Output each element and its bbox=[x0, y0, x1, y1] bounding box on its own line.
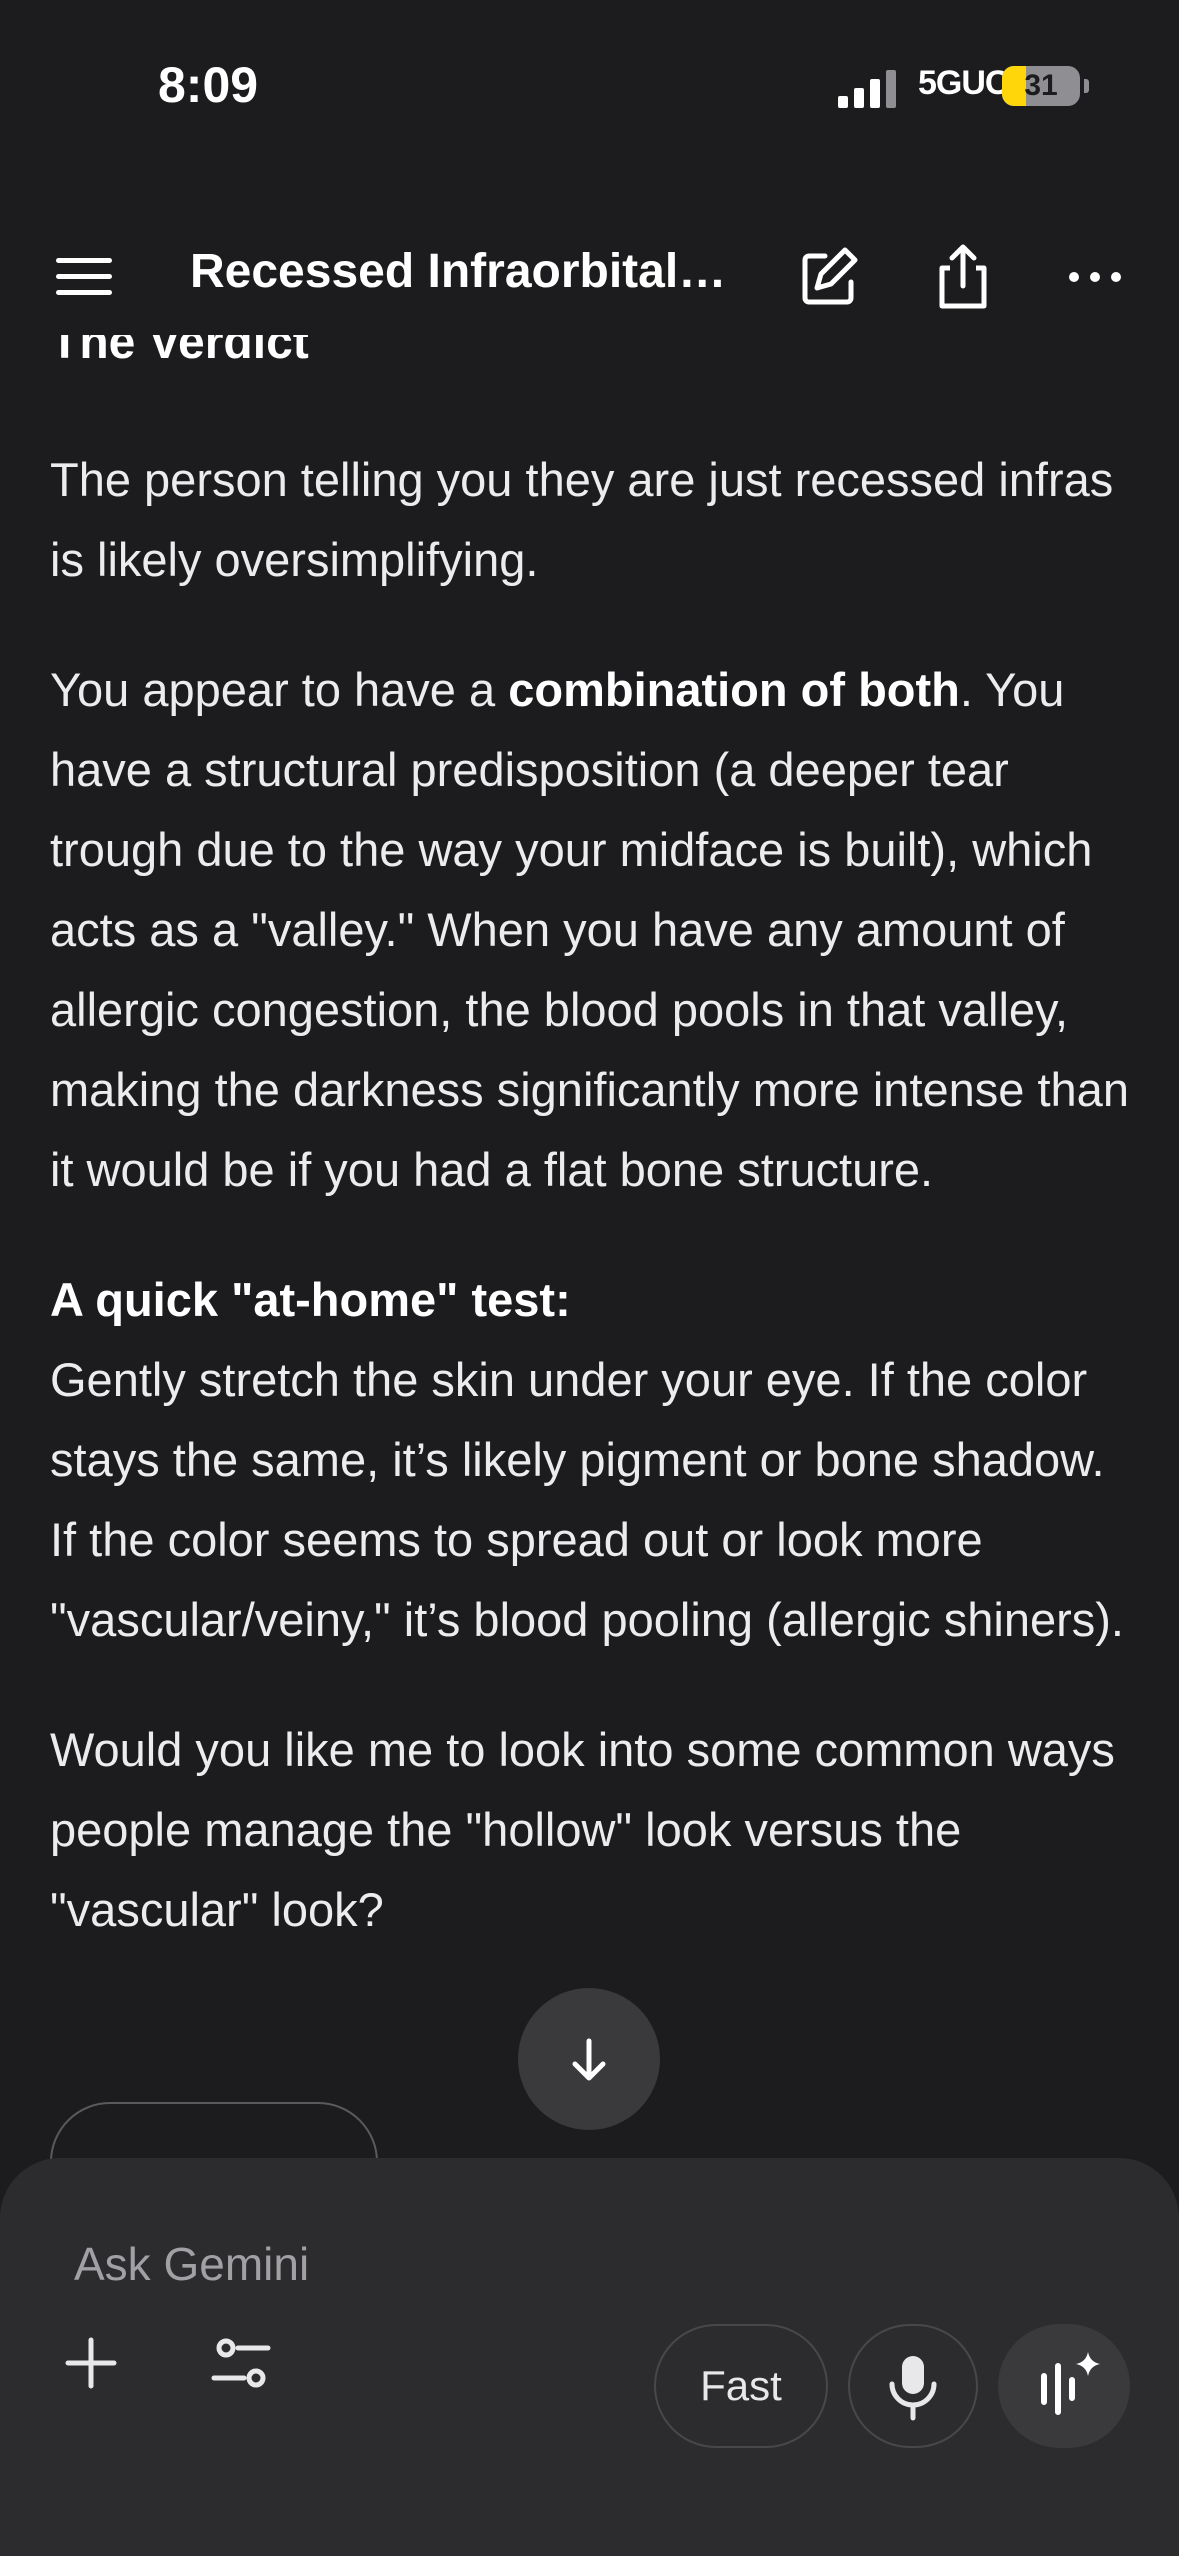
status-bar: 8:09 5GUC 31 bbox=[0, 0, 1179, 170]
battery-percent: 31 bbox=[1024, 69, 1058, 102]
ask-input[interactable] bbox=[72, 2228, 976, 2300]
network-type: 5GUC bbox=[918, 64, 1009, 102]
tools-icon[interactable] bbox=[206, 2328, 276, 2398]
share-icon[interactable] bbox=[928, 242, 998, 312]
signal-icon bbox=[838, 70, 896, 108]
paragraph-verdict: The person telling you they are just rec… bbox=[50, 453, 1114, 586]
response-body: The person telling you they are just rec… bbox=[50, 340, 1130, 2000]
composer: Fast bbox=[0, 2158, 1179, 2556]
test-body: Gently stretch the skin under your eye. … bbox=[50, 1353, 1124, 1646]
battery-icon: 31 bbox=[1002, 66, 1089, 106]
mic-button[interactable] bbox=[848, 2324, 978, 2448]
mode-selector-button[interactable]: Fast bbox=[654, 2324, 828, 2448]
app-header: Recessed Infraorbitals... bbox=[0, 210, 1179, 340]
more-icon[interactable] bbox=[1060, 242, 1130, 312]
test-section: A quick "at-home" test: Gently stretch th… bbox=[50, 1260, 1130, 1660]
paragraph-followup: Would you like me to look into some comm… bbox=[50, 1723, 1115, 1936]
edit-icon[interactable] bbox=[795, 242, 865, 312]
conversation-title[interactable]: Recessed Infraorbitals... bbox=[190, 244, 730, 299]
arrow-down-icon bbox=[572, 2038, 606, 2081]
plus-icon[interactable] bbox=[56, 2328, 126, 2398]
menu-icon[interactable] bbox=[48, 246, 120, 306]
live-icon bbox=[1041, 2352, 1100, 2415]
scroll-down-button[interactable] bbox=[518, 1988, 660, 2130]
status-time: 8:09 bbox=[158, 57, 259, 113]
mic-icon bbox=[889, 2356, 937, 2421]
paragraph-combination: You appear to have a combination of both… bbox=[50, 663, 1129, 1196]
test-heading: A quick "at-home" test: bbox=[50, 1273, 571, 1326]
live-button[interactable] bbox=[998, 2324, 1130, 2448]
